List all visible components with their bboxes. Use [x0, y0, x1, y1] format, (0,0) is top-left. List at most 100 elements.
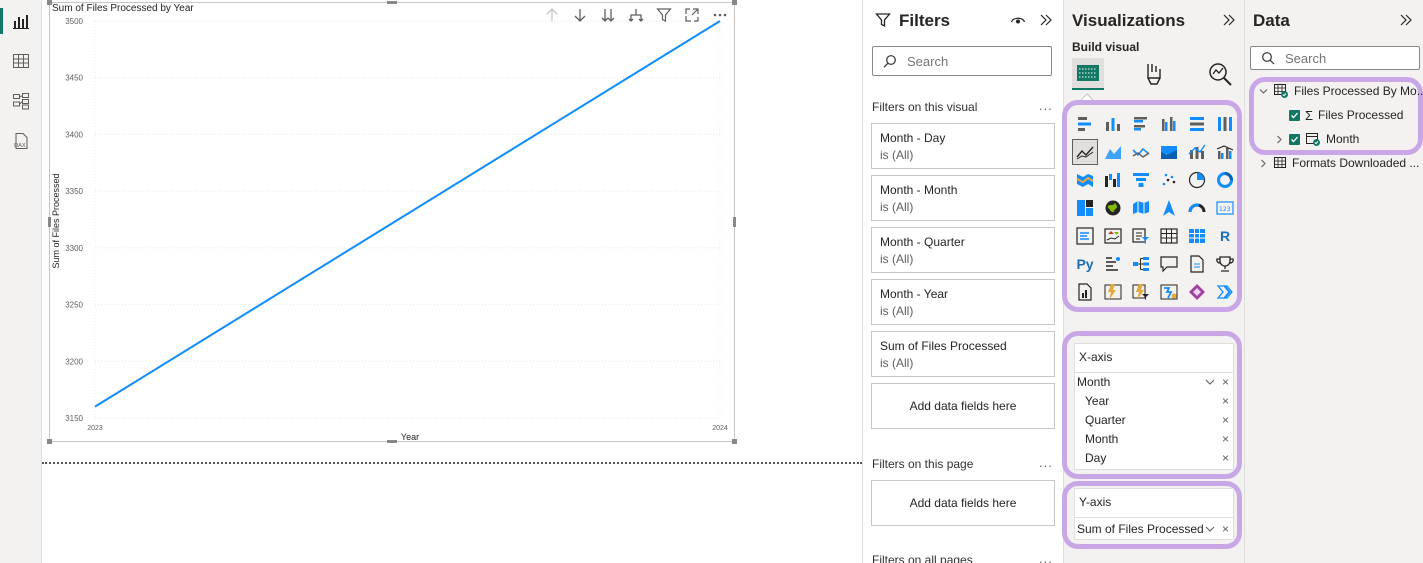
100-stacked-area-icon[interactable]: [1157, 140, 1181, 164]
table-view-button[interactable]: [6, 46, 36, 76]
table-files-processed-by-month[interactable]: Files Processed By Mo...: [1259, 81, 1423, 101]
table-visual-icon[interactable]: [1157, 224, 1181, 248]
checkbox-checked[interactable]: [1289, 133, 1300, 145]
pie-chart-icon[interactable]: [1185, 168, 1209, 192]
stacked-area-icon[interactable]: [1129, 140, 1153, 164]
power-automate-icon[interactable]: [1157, 280, 1181, 304]
filters-collapse-button[interactable]: [1037, 11, 1055, 29]
scatter-icon[interactable]: [1157, 168, 1181, 192]
remove-field-button[interactable]: ×: [1222, 413, 1229, 427]
clustered-bar-icon[interactable]: [1129, 112, 1153, 136]
visualizations-collapse-button[interactable]: [1220, 11, 1238, 29]
filter-card-month-year[interactable]: Month - Year is (All): [871, 279, 1055, 325]
paginated-report-icon[interactable]: [1073, 280, 1097, 304]
remove-field-button[interactable]: ×: [1222, 522, 1229, 536]
donut-chart-icon[interactable]: [1213, 168, 1237, 192]
clustered-column-icon[interactable]: [1157, 112, 1181, 136]
chevron-down-icon[interactable]: [1205, 377, 1215, 387]
line-stacked-column-icon[interactable]: [1185, 140, 1209, 164]
azure-map-icon[interactable]: [1157, 196, 1181, 220]
gauge-icon[interactable]: [1185, 196, 1209, 220]
python-visual-icon[interactable]: Py: [1073, 252, 1097, 276]
analytics-tab[interactable]: [1204, 58, 1236, 90]
filters-search-input[interactable]: [907, 53, 1027, 69]
stacked-bar-icon[interactable]: [1073, 112, 1097, 136]
key-influencers-icon[interactable]: [1101, 252, 1125, 276]
slicer-icon[interactable]: [1129, 224, 1153, 248]
dax-query-view-button[interactable]: DAX: [6, 126, 36, 156]
filter-card-sum-files-processed[interactable]: Sum of Files Processed is (All): [871, 331, 1055, 377]
series-line[interactable]: [94, 20, 721, 408]
page-add-fields-drop[interactable]: Add data fields here: [871, 480, 1055, 526]
data-search[interactable]: [1250, 46, 1420, 70]
table-formats-downloaded[interactable]: Formats Downloaded ...: [1259, 153, 1419, 173]
filters-search[interactable]: [872, 46, 1052, 76]
remove-field-button[interactable]: ×: [1222, 375, 1229, 389]
chevron-right-icon[interactable]: [1259, 159, 1268, 168]
data-search-input[interactable]: [1285, 50, 1395, 66]
chevron-down-icon[interactable]: [1205, 524, 1215, 534]
more-options-button[interactable]: ...: [1039, 455, 1053, 470]
decomposition-tree-icon[interactable]: [1129, 252, 1153, 276]
drill-down-button[interactable]: [570, 5, 590, 25]
report-view-button[interactable]: [0, 6, 36, 36]
power-apps-icon[interactable]: [1101, 280, 1125, 304]
map-icon[interactable]: [1101, 196, 1125, 220]
xaxis-child-month[interactable]: Month ×: [1075, 429, 1233, 448]
filled-map-icon[interactable]: [1129, 196, 1153, 220]
smart-narrative-icon[interactable]: [1185, 252, 1209, 276]
matrix-icon[interactable]: [1185, 224, 1209, 248]
metrics-icon[interactable]: [1213, 252, 1237, 276]
focus-mode-button[interactable]: [682, 5, 702, 25]
r-script-visual-icon[interactable]: R: [1213, 224, 1237, 248]
build-visual-tab[interactable]: [1072, 58, 1104, 90]
format-visual-tab[interactable]: [1138, 58, 1170, 90]
area-chart-icon[interactable]: [1101, 140, 1125, 164]
field-month[interactable]: Month: [1275, 129, 1359, 149]
power-automate-slicer-icon[interactable]: [1129, 280, 1153, 304]
xaxis-field-month[interactable]: Month ×: [1075, 372, 1233, 391]
power-apps-diamond-icon[interactable]: [1185, 280, 1209, 304]
next-level-button[interactable]: [598, 5, 618, 25]
more-options-button[interactable]: [710, 5, 730, 25]
chevron-right-icon[interactable]: [1275, 135, 1284, 144]
stacked-column-icon[interactable]: [1101, 112, 1125, 136]
drill-up-button[interactable]: [542, 5, 562, 25]
line-clustered-column-icon[interactable]: [1213, 140, 1237, 164]
funnel-icon[interactable]: [1129, 168, 1153, 192]
kpi-icon[interactable]: [1101, 224, 1125, 248]
filter-card-month-month[interactable]: Month - Month is (All): [871, 175, 1055, 221]
qa-icon[interactable]: [1157, 252, 1181, 276]
100-stacked-column-icon[interactable]: [1213, 112, 1237, 136]
ribbon-chart-icon[interactable]: [1073, 168, 1097, 192]
expand-hierarchy-button[interactable]: [626, 5, 646, 25]
chevron-down-icon[interactable]: [1259, 87, 1268, 96]
field-files-processed[interactable]: Σ Files Processed: [1289, 105, 1403, 125]
filter-card-month-quarter[interactable]: Month - Quarter is (All): [871, 227, 1055, 273]
waterfall-icon[interactable]: [1101, 168, 1125, 192]
xaxis-child-day[interactable]: Day ×: [1075, 448, 1233, 467]
data-collapse-button[interactable]: [1397, 11, 1415, 29]
model-view-button[interactable]: [6, 86, 36, 116]
remove-field-button[interactable]: ×: [1222, 394, 1229, 408]
multi-row-card-icon[interactable]: [1073, 224, 1097, 248]
remove-field-button[interactable]: ×: [1222, 451, 1229, 465]
visual-filter-button[interactable]: [654, 5, 674, 25]
card-icon[interactable]: 123: [1213, 196, 1237, 220]
line-chart-visual[interactable]: 3150 3200 3250 3300 3350 3400 3450 3500 2023 202…: [47, 0, 737, 444]
xaxis-child-quarter[interactable]: Quarter ×: [1075, 410, 1233, 429]
100-stacked-bar-icon[interactable]: [1185, 112, 1209, 136]
filter-card-month-day[interactable]: Month - Day is (All): [871, 123, 1055, 169]
yaxis-field-sum-files-processed[interactable]: Sum of Files Processed ×: [1075, 517, 1233, 539]
remove-field-button[interactable]: ×: [1222, 432, 1229, 446]
chevron-double-right-icon: [1223, 14, 1235, 26]
treemap-icon[interactable]: [1073, 196, 1097, 220]
filters-visibility-button[interactable]: [1009, 11, 1027, 29]
line-chart-icon[interactable]: [1072, 139, 1098, 165]
checkbox-checked[interactable]: [1289, 109, 1300, 121]
more-visuals-icon[interactable]: [1213, 280, 1237, 304]
more-options-button[interactable]: ...: [1039, 98, 1053, 113]
visual-add-fields-drop[interactable]: Add data fields here: [871, 383, 1055, 429]
more-options-button[interactable]: ...: [1039, 551, 1053, 563]
xaxis-child-year[interactable]: Year ×: [1075, 391, 1233, 410]
